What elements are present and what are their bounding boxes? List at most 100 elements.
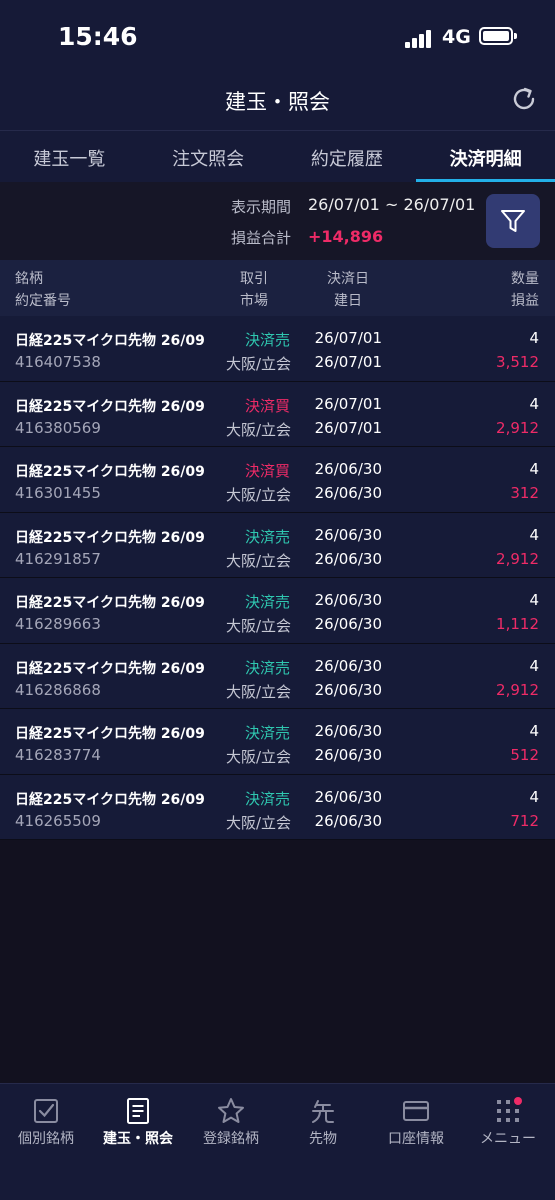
pnl-total-label: 損益合計 [231,229,292,247]
profit-loss: 712 [510,811,539,830]
open-date: 26/06/30 [314,811,382,830]
open-date: 26/06/30 [314,680,382,699]
open-date: 26/06/30 [314,615,382,633]
tab-bar: 建玉一覧 注文照会 約定履歴 決済明細 [0,130,555,182]
status-bar: 15:46 4G [0,0,555,76]
nav-menu[interactable]: メニュー [462,1084,554,1164]
nav-individual-stock[interactable]: 個別銘柄 [0,1084,92,1164]
filter-icon [501,210,525,232]
col-pnl: 損益 [511,293,539,309]
nav-futures[interactable]: 先物 [277,1084,369,1164]
trade-side: 決済買 [244,462,290,480]
instrument-name: 日経225マイクロ先物 26/09 [15,791,205,808]
nav-watchlist[interactable]: 登録銘柄 [185,1084,277,1164]
table-row[interactable]: 日経225マイクロ先物 26/09 416283774 決済売 大阪/立会 26/06/… [0,709,555,775]
market: 大阪/立会 [225,617,291,635]
trade-side: 決済買 [244,396,290,415]
order-number: 416265509 [15,811,101,830]
nav-label: 登録銘柄 [203,1131,259,1147]
settle-date: 26/06/30 [314,525,382,544]
open-date: 26/06/30 [314,484,382,502]
profit-loss: 2,912 [496,549,539,568]
nav-account[interactable]: 口座情報 [370,1084,462,1164]
table-row[interactable]: 日経225マイクロ先物 26/09 416407538 決済売 大阪/立会 26/07/… [0,316,555,382]
nav-positions[interactable]: 建玉・照会 [92,1084,184,1164]
instrument-name: 日経225マイクロ先物 26/09 [15,660,205,677]
table-row[interactable]: 日経225マイクロ先物 26/09 416265509 決済売大阪/立会 26/06/… [0,774,555,840]
quantity: 4 [529,787,539,806]
table-row[interactable]: 日経225マイクロ先物 26/09 416291857 決済売 大阪/立会 26/06/… [0,512,555,578]
open-date: 26/07/01 [314,353,382,371]
table-row[interactable]: 日経225マイクロ先物 26/09 416289663 決済売大阪/立会 26/06/… [0,578,555,644]
instrument-name: 日経225マイクロ先物 26/09 [15,726,205,742]
quantity: 4 [529,394,539,413]
tab-executions[interactable]: 約定履歴 [278,131,417,182]
col-side: 取引 [240,271,268,287]
profit-loss: 1,112 [496,615,539,633]
nav-label: メニュー [480,1131,536,1147]
instrument-name: 日経225マイクロ先物 26/09 [15,529,205,546]
order-number: 416291857 [15,549,101,568]
col-order-no: 約定番号 [15,293,71,309]
profit-loss: 3,512 [496,353,539,371]
market: 大阪/立会 [225,486,291,504]
col-market: 市場 [240,293,268,309]
settle-date: 26/06/30 [314,722,382,740]
trade-side: 決済売 [244,593,290,611]
settlement-list: 日経225マイクロ先物 26/09 416407538 決済売 大阪/立会 26/07/… [0,316,555,840]
status-time: 15:46 [58,22,138,51]
profit-loss: 312 [510,484,539,502]
order-number: 416380569 [15,418,101,437]
refresh-icon[interactable] [509,84,539,114]
table-row[interactable]: 日経225マイクロ先物 26/09 416286868 決済売大阪/立会 26/06/… [0,643,555,709]
table-header: 銘柄 約定番号 取引 市場 決済日 建日 数量 損益 [0,260,555,316]
filter-button[interactable] [486,194,540,248]
order-number: 416301455 [15,484,101,502]
trade-side: 決済売 [244,789,290,808]
order-number: 416289663 [15,615,101,633]
col-open-date: 建日 [334,293,362,309]
signal-icon [405,28,435,48]
nav-label: 建玉・照会 [103,1131,173,1147]
table-row[interactable]: 日経225マイクロ先物 26/09 416301455 決済買大阪/立会 26/06/… [0,447,555,513]
tab-positions[interactable]: 建玉一覧 [0,131,139,182]
nav-label: 個別銘柄 [18,1131,74,1147]
settle-date: 26/06/30 [314,787,382,806]
period-value: 26/07/01 ~ 26/07/01 [308,195,476,214]
document-icon [127,1098,149,1124]
order-number: 416407538 [15,353,101,371]
instrument-name: 日経225マイクロ先物 26/09 [15,464,205,480]
quantity: 4 [529,656,539,675]
nav-label: 先物 [309,1131,337,1147]
title-bar: 建玉・照会 [0,76,555,130]
market: 大阪/立会 [225,420,291,439]
page-title: 建玉・照会 [225,90,330,114]
bottom-nav: 個別銘柄 建玉・照会 登録銘柄 先物 口座情報 メニュー [0,1083,555,1200]
menu-grid-icon [497,1097,522,1122]
star-icon [218,1098,244,1123]
market: 大阪/立会 [225,748,291,766]
quantity: 4 [529,722,539,740]
trade-side: 決済売 [244,658,290,677]
market: 大阪/立会 [225,813,291,832]
instrument-name: 日経225マイクロ先物 26/09 [15,595,205,611]
quantity: 4 [529,525,539,544]
col-settle-date: 決済日 [327,271,369,287]
profit-loss: 512 [510,746,539,764]
open-date: 26/06/30 [314,746,382,764]
tab-orders[interactable]: 注文照会 [139,131,278,182]
col-qty: 数量 [511,271,539,287]
quantity: 4 [529,591,539,609]
instrument-name: 日経225マイクロ先物 26/09 [15,398,205,415]
tab-settlements[interactable]: 決済明細 [416,131,555,182]
battery-icon [479,27,517,45]
market: 大阪/立会 [225,682,291,701]
settle-date: 26/06/30 [314,460,382,478]
order-number: 416286868 [15,680,101,699]
table-row[interactable]: 日経225マイクロ先物 26/09 416380569 決済買 大阪/立会 26/07/… [0,381,555,447]
period-label: 表示期間 [231,198,292,216]
summary-panel: 表示期間 26/07/01 ~ 26/07/01 損益合計 +14,896 [0,182,555,260]
trade-side: 決済売 [244,331,290,349]
notification-badge [514,1097,522,1105]
market: 大阪/立会 [225,355,291,373]
